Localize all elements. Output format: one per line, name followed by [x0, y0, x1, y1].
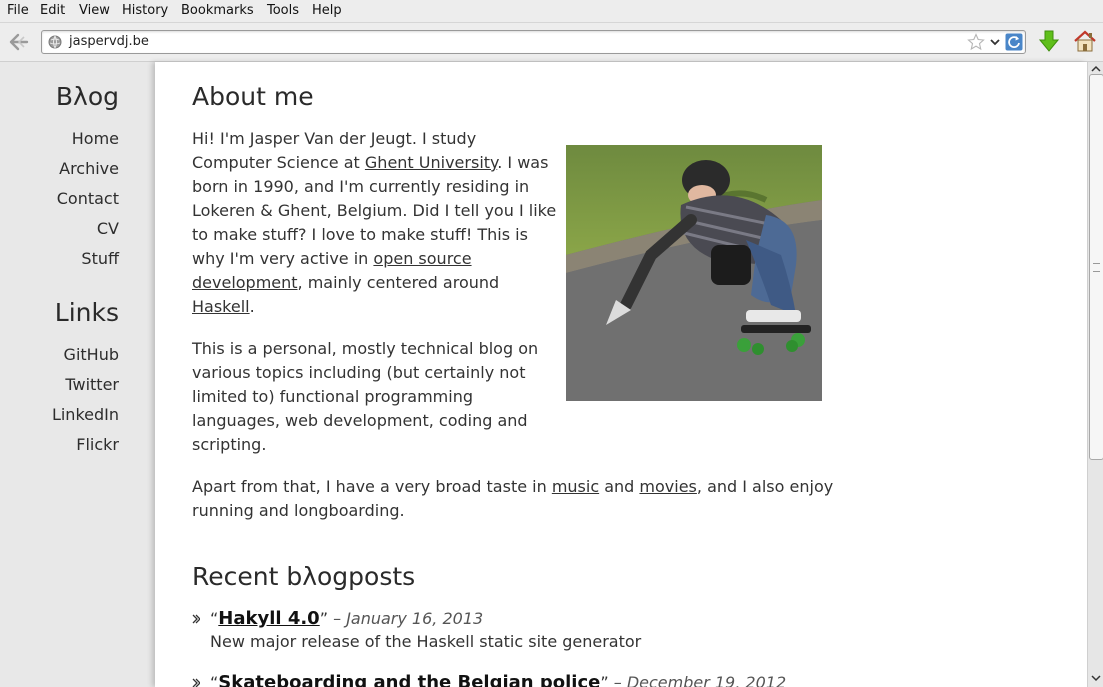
menu-history[interactable]: History: [122, 3, 168, 18]
sidebar-link-contact[interactable]: Contact: [57, 189, 119, 208]
sidebar-link-stuff[interactable]: Stuff: [81, 249, 119, 268]
recent-posts-heading: Recent bλogposts: [192, 562, 416, 591]
blog-title[interactable]: Bλog: [56, 82, 119, 111]
about-line: This is a personal, mostly technical blo…: [192, 339, 539, 358]
post-title-line: “Hakyll 4.0” – January 16, 2013: [210, 608, 484, 629]
about-text: Apart from that, I have a very broad tas…: [192, 477, 552, 496]
sidebar-link-archive[interactable]: Archive: [59, 159, 119, 178]
post-date: December 19, 2012: [626, 673, 787, 687]
about-line: limited to) functional programming: [192, 387, 473, 406]
bullet-icon: [192, 678, 200, 687]
about-line: Haskell.: [192, 295, 562, 319]
about-line: Apart from that, I have a very broad tas…: [192, 475, 872, 499]
globe-icon: [48, 35, 62, 49]
menu-edit[interactable]: Edit: [40, 3, 65, 18]
sidebar-link-github[interactable]: GitHub: [64, 345, 119, 364]
about-paragraph-2: This is a personal, mostly technical blo…: [192, 337, 562, 457]
sidebar-link-twitter[interactable]: Twitter: [65, 375, 119, 394]
about-line: to make stuff? I love to make stuff! Thi…: [192, 225, 528, 244]
about-line: Lokeren & Ghent, Belgium. Did I tell you…: [192, 201, 557, 220]
longboarding-photo: [566, 145, 822, 401]
music-link[interactable]: music: [552, 477, 599, 496]
about-line: Hi! I'm Jasper Van der Jeugt. I study: [192, 129, 477, 148]
reload-icon[interactable]: [1005, 33, 1023, 51]
menu-help[interactable]: Help: [312, 3, 342, 18]
open-source-link[interactable]: open source: [373, 249, 471, 268]
menu-bar: File Edit View History Bookmarks Tools H…: [0, 0, 1103, 23]
about-line: born in 1990, and I'm currently residing…: [192, 177, 530, 196]
haskell-link[interactable]: Haskell: [192, 297, 250, 316]
post-date: January 16, 2013: [346, 609, 484, 628]
navigation-toolbar: jaspervdj.be: [0, 23, 1103, 62]
menu-tools[interactable]: Tools: [267, 3, 299, 18]
dropdown-arrow-icon[interactable]: [990, 37, 1000, 47]
sidebar-link-cv[interactable]: CV: [97, 219, 119, 238]
download-icon[interactable]: [1039, 29, 1059, 53]
scrollbar-grip: [1093, 263, 1100, 272]
about-line: languages, web development, coding and: [192, 411, 528, 430]
scroll-up-icon[interactable]: [1090, 64, 1102, 74]
vertical-scrollbar[interactable]: [1087, 62, 1103, 687]
post-title-link[interactable]: Hakyll 4.0: [218, 608, 319, 629]
about-line: various topics including (but certainly …: [192, 363, 526, 382]
post-title-line: “Skateboarding and the Belgian police” –…: [210, 672, 786, 687]
links-heading: Links: [54, 298, 119, 327]
about-text: Computer Science at: [192, 153, 365, 172]
sidebar-link-flickr[interactable]: Flickr: [76, 435, 119, 454]
about-text: , and I also enjoy: [696, 477, 834, 496]
menu-file[interactable]: File: [7, 3, 29, 18]
url-text[interactable]: jaspervdj.be: [69, 34, 149, 49]
sidebar: Bλog Home Archive Contact CV Stuff Links…: [0, 62, 155, 687]
home-icon[interactable]: [1073, 29, 1097, 53]
about-heading: About me: [192, 82, 314, 111]
bookmark-star-icon[interactable]: [967, 33, 985, 51]
about-line: scripting.: [192, 435, 267, 454]
menu-view[interactable]: View: [79, 3, 110, 18]
open-source-link-cont[interactable]: development: [192, 273, 298, 292]
post-description: New major release of the Haskell static …: [210, 632, 642, 651]
about-line: running and longboarding.: [192, 501, 405, 520]
movies-link[interactable]: movies: [639, 477, 696, 496]
post-title-link[interactable]: Skateboarding and the Belgian police: [218, 672, 600, 687]
bullet-icon: [192, 614, 200, 624]
scroll-down-icon[interactable]: [1090, 673, 1102, 683]
scrollbar-thumb[interactable]: [1089, 74, 1103, 460]
menu-bookmarks[interactable]: Bookmarks: [181, 3, 254, 18]
back-icon[interactable]: [7, 31, 31, 53]
sidebar-link-home[interactable]: Home: [72, 129, 119, 148]
about-text: why I'm very active in: [192, 249, 374, 268]
about-text: .: [249, 297, 255, 316]
sidebar-link-linkedin[interactable]: LinkedIn: [52, 405, 119, 424]
about-text: and: [599, 477, 640, 496]
main-content: About me Hi! I'm Jasper Van der Jeugt. I…: [155, 62, 1087, 687]
about-line: why I'm very active in open source: [192, 247, 562, 271]
about-text: . I was: [497, 153, 549, 172]
about-line: Computer Science at Ghent University. I …: [192, 151, 562, 175]
about-paragraph-1: Hi! I'm Jasper Van der Jeugt. I study Co…: [192, 127, 562, 319]
ghent-university-link[interactable]: Ghent University: [365, 153, 497, 172]
about-paragraph-3: Apart from that, I have a very broad tas…: [192, 475, 872, 523]
url-bar[interactable]: jaspervdj.be: [41, 30, 1026, 54]
about-line: development, mainly centered around: [192, 271, 562, 295]
about-text: , mainly centered around: [297, 273, 500, 292]
